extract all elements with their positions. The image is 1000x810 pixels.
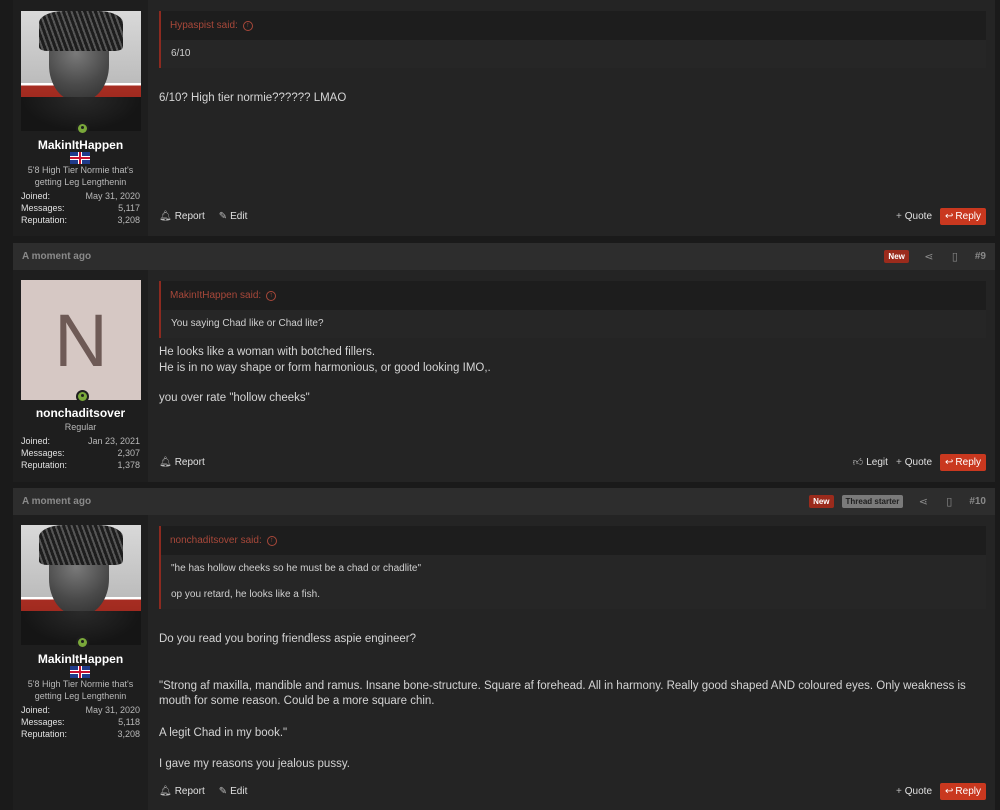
pencil-icon: ✎ bbox=[218, 785, 228, 797]
quote-text: You saying Chad like or Chad lite? bbox=[171, 318, 324, 329]
post-time[interactable]: A moment ago bbox=[22, 496, 91, 507]
share-icon[interactable]: ⋖ bbox=[917, 495, 929, 508]
quote-author[interactable]: nonchaditsover said: bbox=[170, 535, 262, 546]
user-title: 5'8 High Tier Normie that's getting Leg … bbox=[27, 165, 134, 187]
user-stats: Joined: May 31, 2020 Messages: 5,118 Reput… bbox=[21, 705, 140, 739]
legit-button[interactable]: 👍︎ Legit bbox=[852, 456, 888, 469]
post-actions: 🔔︎ Report ✎ Edit + Quote ↩ Reply bbox=[159, 207, 986, 225]
new-badge: New bbox=[809, 495, 834, 508]
thread-starter-badge: Thread starter bbox=[841, 495, 904, 508]
user-column: MakinItHappen 5'8 High Tier Normie that'… bbox=[13, 515, 148, 810]
reply-button[interactable]: ↩ Reply bbox=[940, 207, 986, 225]
username[interactable]: MakinItHappen bbox=[13, 652, 148, 666]
new-badge: New bbox=[884, 250, 909, 263]
uk-flag-icon bbox=[70, 666, 90, 678]
arrow-up-icon[interactable]: ↑ bbox=[266, 535, 277, 546]
quote-block: Hypaspist said: ↑ 6/10 bbox=[159, 11, 986, 68]
post-10: MakinItHappen 5'8 High Tier Normie that'… bbox=[13, 515, 995, 810]
bell-icon: 🔔︎ bbox=[159, 785, 172, 797]
avatar[interactable] bbox=[21, 525, 141, 645]
quote-text: "he has hollow cheeks so he must be a ch… bbox=[171, 563, 422, 600]
reply-button[interactable]: ↩ Reply bbox=[940, 782, 986, 800]
post-header-9: A moment ago New ⋖ ▯ #9 bbox=[13, 243, 995, 270]
post-actions: 🔔︎ Report 👍︎ Legit + Quote ↩ Reply bbox=[159, 453, 986, 471]
online-status-icon bbox=[76, 390, 89, 403]
quote-text: 6/10 bbox=[171, 48, 191, 59]
post-number[interactable]: #10 bbox=[969, 496, 986, 507]
post-8: MakinItHappen 5'8 High Tier Normie that'… bbox=[13, 0, 995, 236]
plus-icon: + bbox=[895, 456, 902, 468]
online-status-icon bbox=[76, 122, 89, 135]
arrow-up-icon[interactable]: ↑ bbox=[266, 290, 277, 301]
quote-button[interactable]: + Quote bbox=[896, 457, 932, 468]
reply-icon: ↩ bbox=[945, 210, 954, 222]
report-button[interactable]: 🔔︎ Report bbox=[159, 786, 205, 797]
avatar[interactable]: N bbox=[21, 280, 141, 400]
username[interactable]: nonchaditsover bbox=[13, 406, 148, 420]
post-number[interactable]: #9 bbox=[975, 251, 986, 262]
user-stats: Joined: Jan 23, 2021 Messages: 2,307 Reput… bbox=[21, 436, 140, 470]
message-body: 6/10? High tier normie?????? LMAO bbox=[159, 92, 347, 104]
post-time[interactable]: A moment ago bbox=[22, 251, 91, 262]
bookmark-icon[interactable]: ▯ bbox=[943, 495, 955, 508]
online-status-icon bbox=[76, 636, 89, 649]
edit-button[interactable]: ✎ Edit bbox=[219, 211, 248, 222]
user-title: 5'8 High Tier Normie that's getting Leg … bbox=[27, 679, 134, 701]
edit-button[interactable]: ✎ Edit bbox=[219, 786, 248, 797]
quote-button[interactable]: + Quote bbox=[896, 211, 932, 222]
quote-author[interactable]: MakinItHappen said: bbox=[170, 290, 261, 301]
reply-button[interactable]: ↩ Reply bbox=[940, 453, 986, 471]
quote-button[interactable]: + Quote bbox=[896, 786, 932, 797]
bell-icon: 🔔︎ bbox=[159, 456, 172, 468]
post-header-10: A moment ago New Thread starter ⋖ ▯ #10 bbox=[13, 488, 995, 515]
user-title: Regular bbox=[64, 422, 97, 432]
reply-icon: ↩ bbox=[945, 785, 954, 797]
user-column: N nonchaditsover Regular Joined: Jan 23, … bbox=[13, 270, 148, 482]
thumbs-up-icon: 👍︎ bbox=[852, 457, 864, 468]
reply-icon: ↩ bbox=[945, 456, 954, 468]
quote-block: MakinItHappen said: ↑ You saying Chad lik… bbox=[159, 281, 986, 338]
user-stats: Joined: May 31, 2020 Messages: 5,117 Reput… bbox=[21, 191, 140, 225]
bell-icon: 🔔︎ bbox=[159, 210, 172, 222]
avatar[interactable] bbox=[21, 11, 141, 131]
uk-flag-icon bbox=[70, 152, 90, 164]
report-button[interactable]: 🔔︎ Report bbox=[159, 457, 205, 468]
bookmark-icon[interactable]: ▯ bbox=[949, 250, 961, 263]
username[interactable]: MakinItHappen bbox=[13, 138, 148, 152]
message-body: He looks like a woman with botched fille… bbox=[159, 346, 491, 404]
share-icon[interactable]: ⋖ bbox=[923, 250, 935, 263]
post-9: N nonchaditsover Regular Joined: Jan 23, … bbox=[13, 270, 995, 482]
plus-icon: + bbox=[895, 785, 902, 797]
user-column: MakinItHappen 5'8 High Tier Normie that'… bbox=[13, 0, 148, 236]
quote-block: nonchaditsover said: ↑ "he has hollow che… bbox=[159, 526, 986, 609]
arrow-up-icon[interactable]: ↑ bbox=[242, 20, 253, 31]
message-body: Do you read you boring friendless aspie … bbox=[159, 633, 966, 770]
pencil-icon: ✎ bbox=[218, 210, 228, 222]
quote-author[interactable]: Hypaspist said: bbox=[170, 20, 238, 31]
post-actions: 🔔︎ Report ✎ Edit + Quote ↩ Reply bbox=[159, 782, 986, 800]
plus-icon: + bbox=[895, 210, 902, 222]
report-button[interactable]: 🔔︎ Report bbox=[159, 211, 205, 222]
